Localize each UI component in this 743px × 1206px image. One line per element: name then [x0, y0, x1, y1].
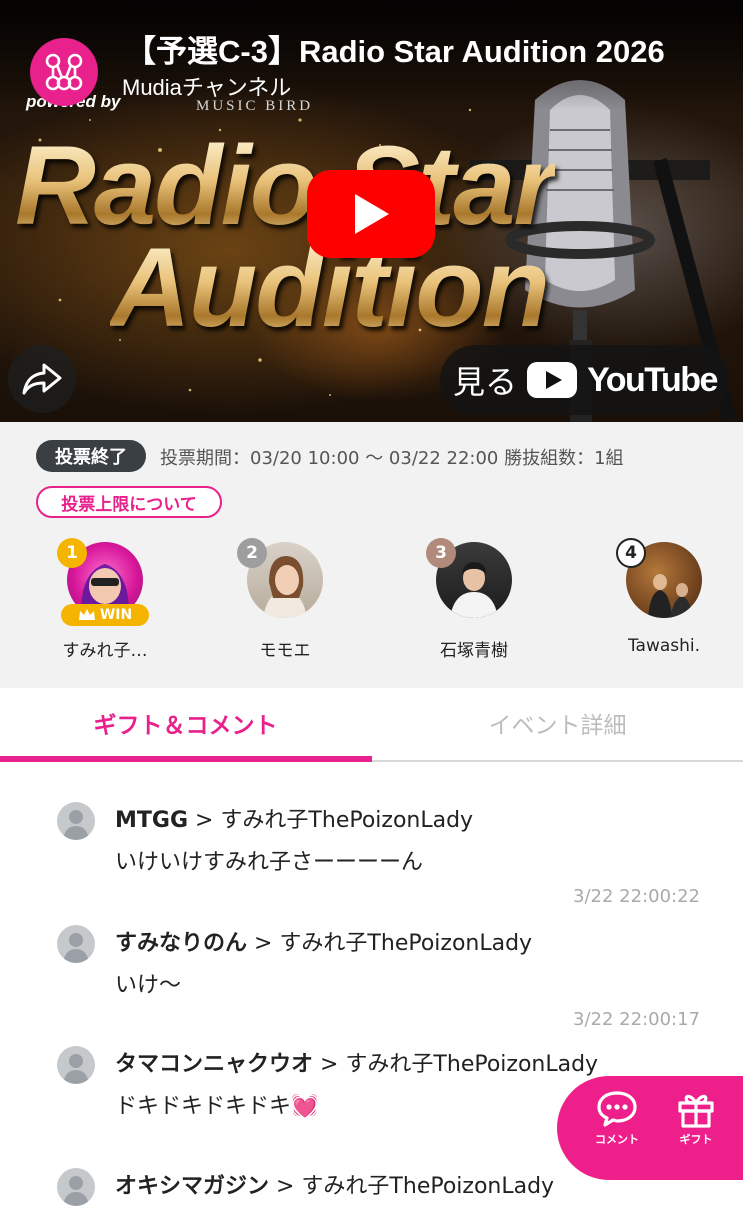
floating-action-bar: コメント ギフト: [557, 1076, 743, 1180]
comment-button-label: コメント: [595, 1133, 639, 1146]
comment-target: > すみれ子ThePoizonLady: [247, 931, 533, 956]
comment-bubble-icon: [597, 1091, 637, 1127]
video-player[interactable]: Radio Star Audition powered by MUSIC BIR…: [0, 0, 743, 422]
gift-button[interactable]: ギフト: [656, 1090, 736, 1147]
candidate-name: Tawashi.: [627, 636, 701, 656]
play-icon: [355, 194, 389, 234]
user-avatar-icon[interactable]: [57, 925, 95, 963]
youtube-logo-icon: [527, 362, 578, 398]
candidate-name: 石塚青樹: [440, 641, 508, 661]
user-avatar-icon[interactable]: [57, 1168, 95, 1206]
comment-header: MTGG > すみれ子ThePoizonLady: [115, 802, 473, 834]
comment-header: タマコンニャクウオ > すみれ子ThePoizonLady: [115, 1046, 598, 1078]
person-icon: [63, 1176, 89, 1206]
comment-text: いけいけすみれ子さーーーーん: [115, 850, 424, 875]
watch-label: 見る: [453, 364, 518, 400]
share-icon: [22, 363, 62, 395]
rank-badge: 2: [237, 538, 267, 568]
user-avatar-icon[interactable]: [57, 1046, 95, 1084]
rank-badge: 1: [57, 538, 87, 568]
gift-button-label: ギフト: [679, 1133, 713, 1146]
candidate-photo: 1 WIN: [57, 538, 149, 626]
person-icon: [63, 933, 89, 963]
comment-header: すみなりのん > すみれ子ThePoizonLady: [115, 925, 532, 957]
candidate-photo: 2: [237, 538, 323, 618]
share-button[interactable]: [8, 345, 76, 413]
rank-badge: 4: [616, 538, 646, 568]
candidate-1[interactable]: 1 WIN すみれ子…: [35, 538, 175, 661]
tab-gift-comment[interactable]: ギフト＆コメント: [0, 688, 371, 758]
candidate-2[interactable]: 2 モモエ: [215, 538, 355, 661]
candidate-name: すみれ子…: [62, 641, 148, 661]
gift-icon: [678, 1094, 714, 1128]
tab-event-details[interactable]: イベント詳細: [372, 688, 743, 758]
comment-username[interactable]: すみなりのん: [115, 931, 247, 956]
tab-divider: [372, 760, 743, 762]
play-button[interactable]: [307, 170, 435, 258]
candidate-name: モモエ: [259, 641, 311, 661]
user-avatar-icon[interactable]: [57, 802, 95, 840]
tab-bar: ギフト＆コメント イベント詳細: [0, 688, 743, 762]
vote-limit-button[interactable]: 投票上限について: [36, 486, 222, 518]
vote-section: 投票終了 投票期間：03/20 10:00 〜 03/22 22:00 勝抜組数…: [0, 422, 743, 688]
comment-target: > すみれ子ThePoizonLady: [188, 808, 474, 833]
active-tab-indicator: [0, 756, 372, 762]
comment-text: いけ〜: [115, 973, 182, 998]
video-title[interactable]: 【予選C-3】Radio Star Audition 2026: [125, 26, 730, 71]
comment-target: > すみれ子ThePoizonLady: [269, 1174, 555, 1199]
comment-text: ドキドキドキドキ💓: [115, 1094, 319, 1119]
person-icon: [63, 1054, 89, 1084]
win-badge: WIN: [61, 604, 149, 626]
channel-avatar[interactable]: [30, 38, 98, 106]
comment-header: オキシマガジン > すみれ子ThePoizonLady: [115, 1168, 554, 1200]
comment-timestamp: 3/22 22:00:22: [573, 886, 700, 907]
comment-target: > すみれ子ThePoizonLady: [313, 1052, 599, 1077]
mudia-logo-icon: [45, 53, 83, 91]
win-label: WIN: [99, 607, 133, 623]
youtube-wordmark: YouTube: [587, 360, 718, 399]
rank-badge: 3: [426, 538, 456, 568]
comment-button[interactable]: コメント: [577, 1090, 657, 1147]
comment-timestamp: 3/22 22:00:17: [573, 1009, 700, 1030]
channel-name[interactable]: Mudiaチャンネル: [122, 70, 291, 102]
comment-username[interactable]: MTGG: [115, 808, 188, 833]
candidate-4[interactable]: 4 Tawashi.: [594, 538, 734, 656]
watch-on-youtube-button[interactable]: 見る YouTube: [440, 345, 730, 415]
candidate-photo: 4: [616, 538, 702, 618]
comment-username[interactable]: タマコンニャクウオ: [115, 1052, 313, 1077]
vote-period: 投票期間：03/20 10:00 〜 03/22 22:00 勝抜組数：1組: [160, 448, 624, 469]
vote-status-badge: 投票終了: [36, 440, 146, 472]
candidate-3[interactable]: 3 石塚青樹: [404, 538, 544, 661]
person-icon: [63, 810, 89, 840]
comment-username[interactable]: オキシマガジン: [115, 1174, 269, 1199]
candidate-photo: 3: [426, 538, 512, 618]
crown-icon: [78, 609, 95, 620]
